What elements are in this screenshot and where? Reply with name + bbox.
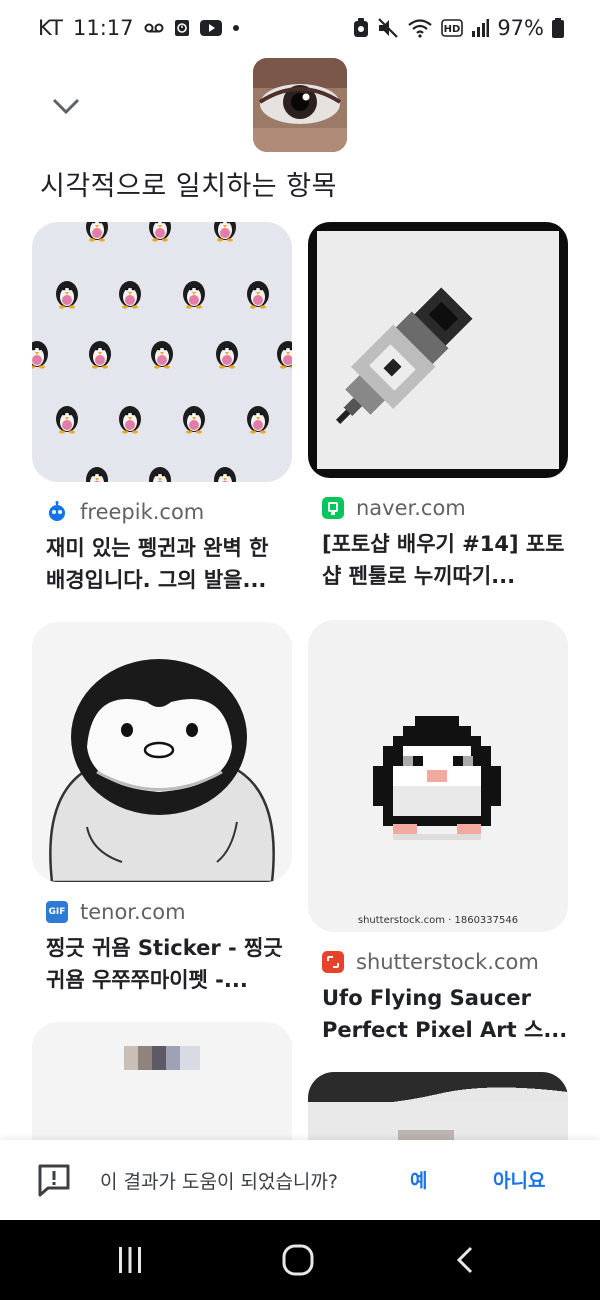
result-source[interactable]: GIF tenor.com [32, 900, 294, 924]
voicemail-icon [144, 22, 164, 34]
result-title[interactable]: [포토샵 배우기 #14] 포토샵 펜툴로 누끼따기... [308, 528, 570, 592]
mute-icon [377, 18, 399, 38]
result-domain: freepik.com [80, 500, 205, 524]
result-domain: shutterstock.com [356, 950, 539, 974]
result-title[interactable]: Ufo Flying Saucer Perfect Pixel Art 스... [308, 982, 570, 1046]
pen-tool-pixel-image [335, 287, 473, 425]
feedback-question: 이 결과가 도움이 되었습니까? [100, 1171, 338, 1193]
status-bar: KT 11:17 HD 97% [0, 0, 600, 56]
section-title: 시각적으로 일치하는 항목 [40, 171, 337, 202]
result-card-tenor[interactable]: GIF tenor.com 찡긋 귀욤 Sticker - 찡긋 귀욤 우쭈쭈마… [32, 622, 294, 996]
svg-text:HD: HD [444, 24, 461, 35]
home-button[interactable] [278, 1240, 318, 1280]
chevron-down-icon [52, 98, 80, 115]
tenor-gif-text: GIF [48, 907, 66, 917]
result-source[interactable]: shutterstock.com [308, 950, 570, 974]
result-thumbnail[interactable]: shutterstock.com · 1860337546 [308, 620, 568, 932]
wifi-icon [407, 18, 433, 38]
eye-image [253, 58, 347, 152]
result-thumbnail[interactable] [308, 222, 568, 478]
result-thumbnail[interactable] [32, 222, 292, 482]
clock: 11:17 [72, 16, 134, 40]
feedback-no-button[interactable]: 아니요 [493, 1166, 545, 1193]
back-button[interactable] [446, 1240, 486, 1280]
result-thumbnail[interactable] [32, 622, 292, 882]
back-icon [456, 1246, 473, 1274]
youtube-icon [199, 20, 222, 36]
freepik-icon [46, 501, 68, 523]
tenor-gif-icon: GIF [46, 901, 68, 923]
signal-icon [471, 19, 490, 37]
home-icon [282, 1244, 314, 1276]
naver-icon [322, 497, 344, 519]
result-card-shutterstock[interactable]: shutterstock.com · 1860337546 shuttersto… [308, 620, 570, 1046]
result-source[interactable]: freepik.com [32, 500, 294, 524]
penguin-sticker-image [49, 659, 275, 882]
battery-percent: 97% [497, 16, 544, 40]
recent-apps-button[interactable] [110, 1240, 150, 1280]
result-source[interactable]: naver.com [308, 496, 570, 520]
query-image-thumbnail[interactable] [253, 58, 347, 152]
result-title[interactable]: 찡긋 귀욤 Sticker - 찡긋 귀욤 우쭈쭈마이펫 -... [32, 932, 294, 996]
result-card-naver[interactable]: naver.com [포토샵 배우기 #14] 포토샵 펜툴로 누끼따기... [308, 222, 570, 592]
shutterstock-watermark: shutterstock.com · 1860337546 [357, 915, 519, 926]
nfc-icon [353, 18, 369, 38]
feedback-icon [36, 1162, 72, 1198]
battery-icon [552, 18, 564, 38]
result-domain: naver.com [356, 496, 466, 520]
result-card-freepik[interactable]: freepik.com 재미 있는 펭귄과 완벽 한 배경입니다. 그의 발을.… [32, 222, 294, 596]
recent-apps-icon [119, 1247, 141, 1273]
system-navigation-bar [0, 1220, 600, 1300]
pixel-penguin-image [373, 716, 501, 840]
alarm-icon [174, 19, 190, 37]
carrier-label: KT [38, 16, 63, 40]
hd-icon: HD [441, 19, 464, 37]
penguin-pattern-image [32, 222, 292, 482]
result-domain: tenor.com [80, 900, 186, 924]
shutterstock-icon [322, 951, 344, 973]
dot-icon [232, 24, 240, 32]
collapse-button[interactable] [44, 84, 88, 128]
result-title[interactable]: 재미 있는 펭귄과 완벽 한 배경입니다. 그의 발을... [32, 532, 294, 596]
feedback-bar: 이 결과가 도움이 되었습니까? 예 아니요 [0, 1140, 600, 1220]
feedback-yes-button[interactable]: 예 [410, 1166, 427, 1193]
